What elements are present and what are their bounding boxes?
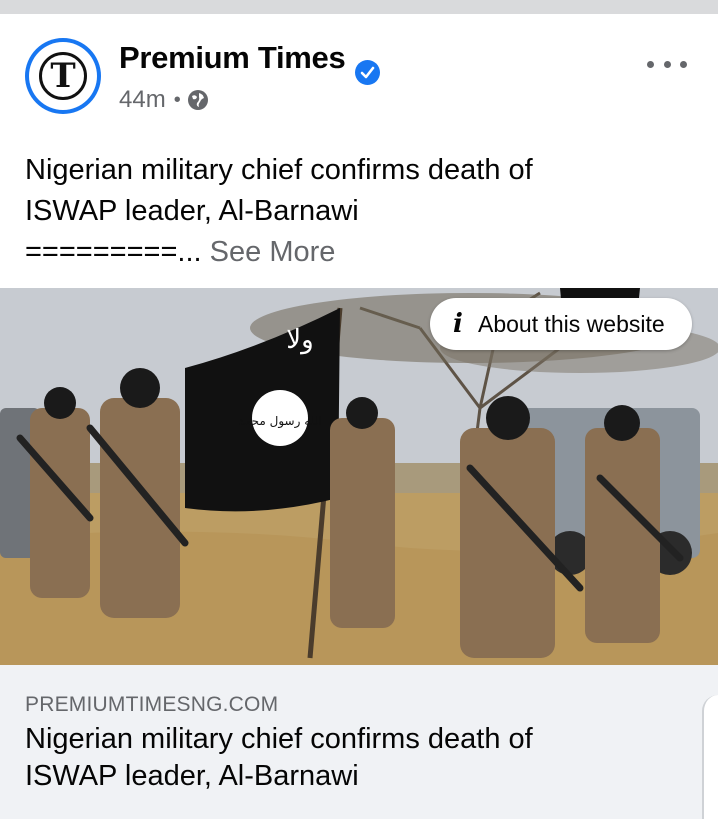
post-meta: 44m • bbox=[119, 86, 209, 114]
flag-text: ولا bbox=[286, 325, 313, 355]
link-title[interactable]: Nigerian military chief confirms death o… bbox=[25, 721, 665, 795]
post-text-line: =========... See More bbox=[25, 232, 685, 273]
post-text-truncated: =========... bbox=[25, 236, 202, 268]
more-dot bbox=[680, 60, 687, 68]
post-time[interactable]: 44m bbox=[119, 86, 166, 114]
link-title-line: Nigerian military chief confirms death o… bbox=[25, 723, 533, 755]
more-dot bbox=[647, 60, 654, 68]
link-preview[interactable]: PREMIUMTIMESNG.COM Nigerian military chi… bbox=[0, 665, 718, 819]
page-avatar[interactable]: T bbox=[25, 38, 101, 114]
link-domain: PREMIUMTIMESNG.COM bbox=[25, 693, 279, 716]
scroll-edge bbox=[702, 695, 718, 819]
post-text-line: ISWAP leader, Al-Barnawi bbox=[25, 195, 359, 227]
info-icon: i bbox=[453, 309, 463, 339]
post-text-line: Nigerian military chief confirms death o… bbox=[25, 154, 533, 186]
meta-separator: • bbox=[173, 88, 181, 111]
more-options-icon[interactable] bbox=[647, 54, 687, 74]
see-more-link[interactable]: See More bbox=[210, 236, 336, 268]
about-this-website-button[interactable]: i About this website bbox=[430, 298, 692, 350]
more-dot bbox=[663, 60, 671, 68]
about-label: About this website bbox=[478, 310, 665, 337]
globe-icon bbox=[187, 89, 209, 111]
avatar-logo: T bbox=[39, 52, 87, 100]
page-name[interactable]: Premium Times bbox=[119, 40, 346, 76]
flag-seal-text: الله رسول محمد bbox=[238, 414, 321, 429]
link-title-line: ISWAP leader, Al-Barnawi bbox=[25, 760, 359, 792]
verified-badge-icon bbox=[355, 60, 380, 85]
post-header: T Premium Times 44m • bbox=[0, 14, 718, 134]
post-text: Nigerian military chief confirms death o… bbox=[25, 150, 685, 273]
post-card: T Premium Times 44m • Nigerian military … bbox=[0, 14, 718, 819]
avatar-ring: T bbox=[29, 42, 97, 110]
